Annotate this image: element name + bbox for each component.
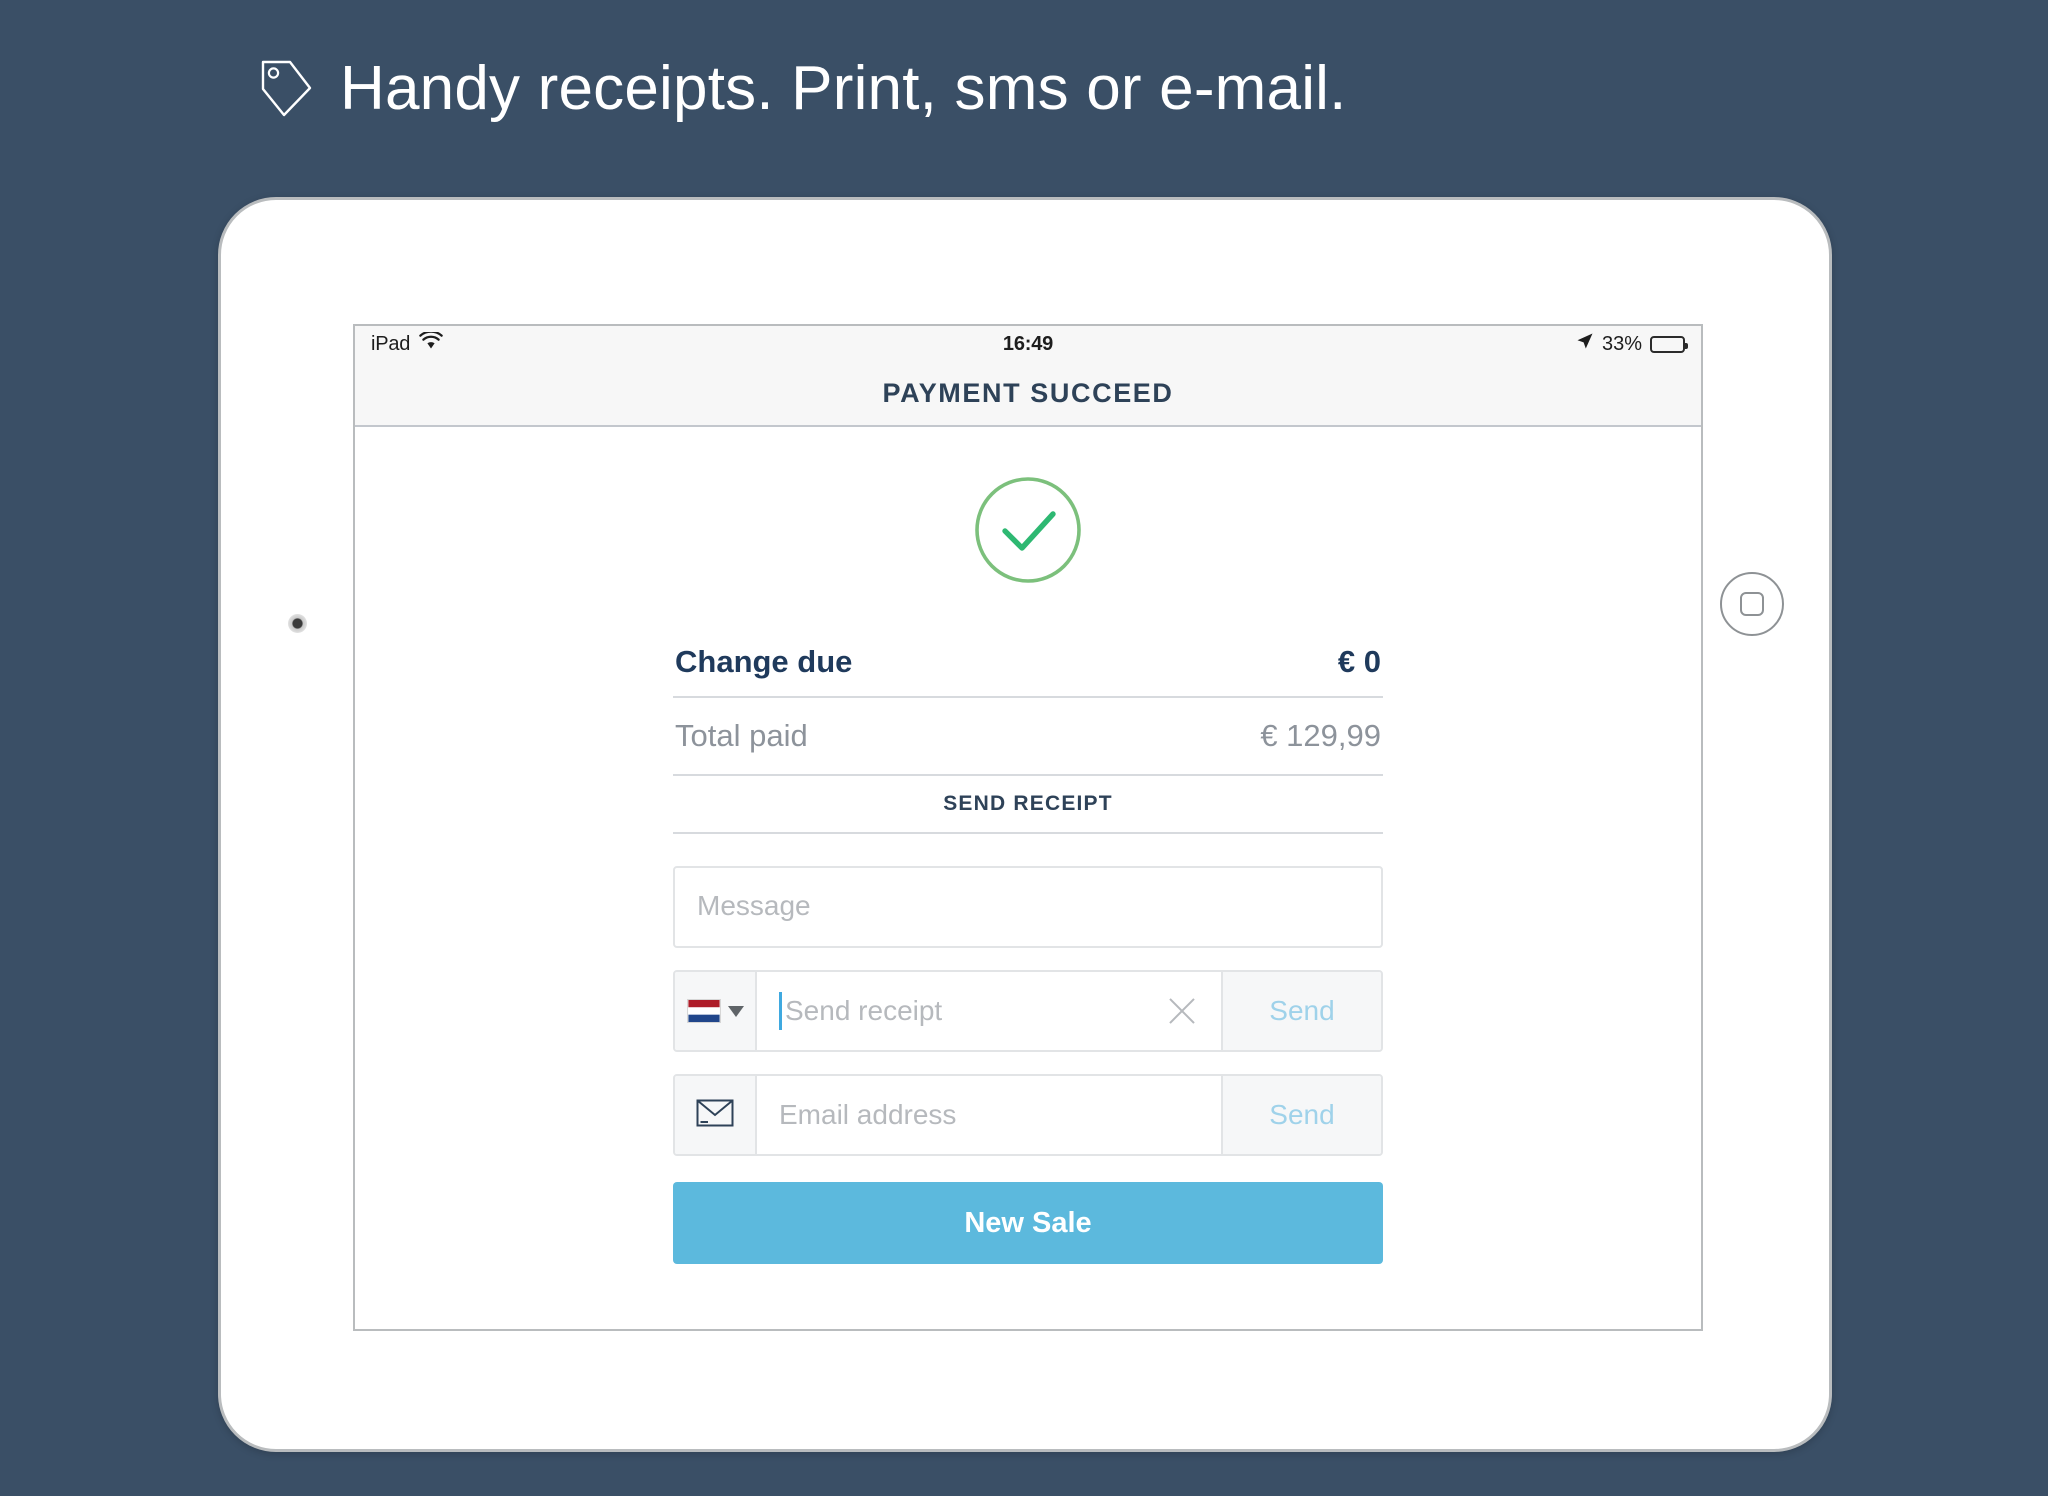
close-x-icon[interactable] (1165, 994, 1199, 1028)
change-due-label: Change due (675, 644, 853, 679)
status-bar-right: 33% (1576, 332, 1688, 356)
nav-bar: PAYMENT SUCCEED (355, 362, 1701, 427)
envelope-icon (696, 1099, 734, 1132)
send-receipt-section-header: SEND RECEIPT (673, 776, 1383, 834)
email-send-button[interactable]: Send (1221, 1076, 1381, 1154)
email-address-input[interactable]: Email address (757, 1076, 1221, 1154)
receipt-panel: Change due € 0 Total paid € 129,99 SEND … (673, 630, 1383, 1264)
main-content: Change due € 0 Total paid € 129,99 SEND … (355, 427, 1701, 1264)
page-title: PAYMENT SUCCEED (882, 378, 1174, 408)
home-button-inner-square (1740, 592, 1764, 616)
sms-number-input[interactable]: Send receipt (757, 972, 1221, 1050)
battery-icon (1650, 335, 1688, 353)
email-receipt-row: Email address Send (673, 1074, 1383, 1156)
home-square-icon[interactable] (1720, 572, 1784, 636)
page-headline: Handy receipts. Print, sms or e-mail. (258, 58, 1347, 120)
change-due-row: Change due € 0 (673, 630, 1383, 698)
location-arrow-icon (1576, 332, 1594, 356)
check-circle-icon (973, 475, 1083, 590)
sms-receipt-row: Send receipt Send (673, 970, 1383, 1052)
netherlands-flag-icon (686, 999, 721, 1023)
camera-dot-icon (288, 614, 307, 633)
sms-placeholder: Send receipt (785, 995, 943, 1026)
status-bar: iPad 16:49 33% (355, 326, 1701, 362)
message-placeholder: Message (697, 890, 811, 921)
message-input[interactable]: Message (673, 866, 1383, 948)
headline-text: Handy receipts. Print, sms or e-mail. (340, 54, 1347, 123)
ipad-screen: iPad 16:49 33% PAYMENT SUCCEED Change du… (353, 324, 1703, 1331)
tag-icon (258, 58, 314, 120)
new-sale-button[interactable]: New Sale (673, 1182, 1383, 1264)
status-bar-time: 16:49 (1002, 332, 1054, 355)
total-paid-label: Total paid (675, 718, 808, 753)
sms-send-button[interactable]: Send (1221, 972, 1381, 1050)
email-placeholder: Email address (779, 1099, 957, 1130)
total-paid-value: € 129,99 (1260, 718, 1381, 753)
change-due-value: € 0 (1337, 644, 1381, 679)
total-paid-row: Total paid € 129,99 (673, 698, 1383, 776)
send-receipt-label: SEND RECEIPT (943, 792, 1113, 815)
text-cursor (779, 992, 782, 1030)
email-addon (675, 1076, 757, 1154)
chevron-down-icon (727, 1005, 744, 1017)
country-selector[interactable] (675, 972, 757, 1050)
ipad-device-frame: iPad 16:49 33% PAYMENT SUCCEED Change du… (218, 197, 1832, 1452)
battery-percent-label: 33% (1601, 332, 1642, 355)
